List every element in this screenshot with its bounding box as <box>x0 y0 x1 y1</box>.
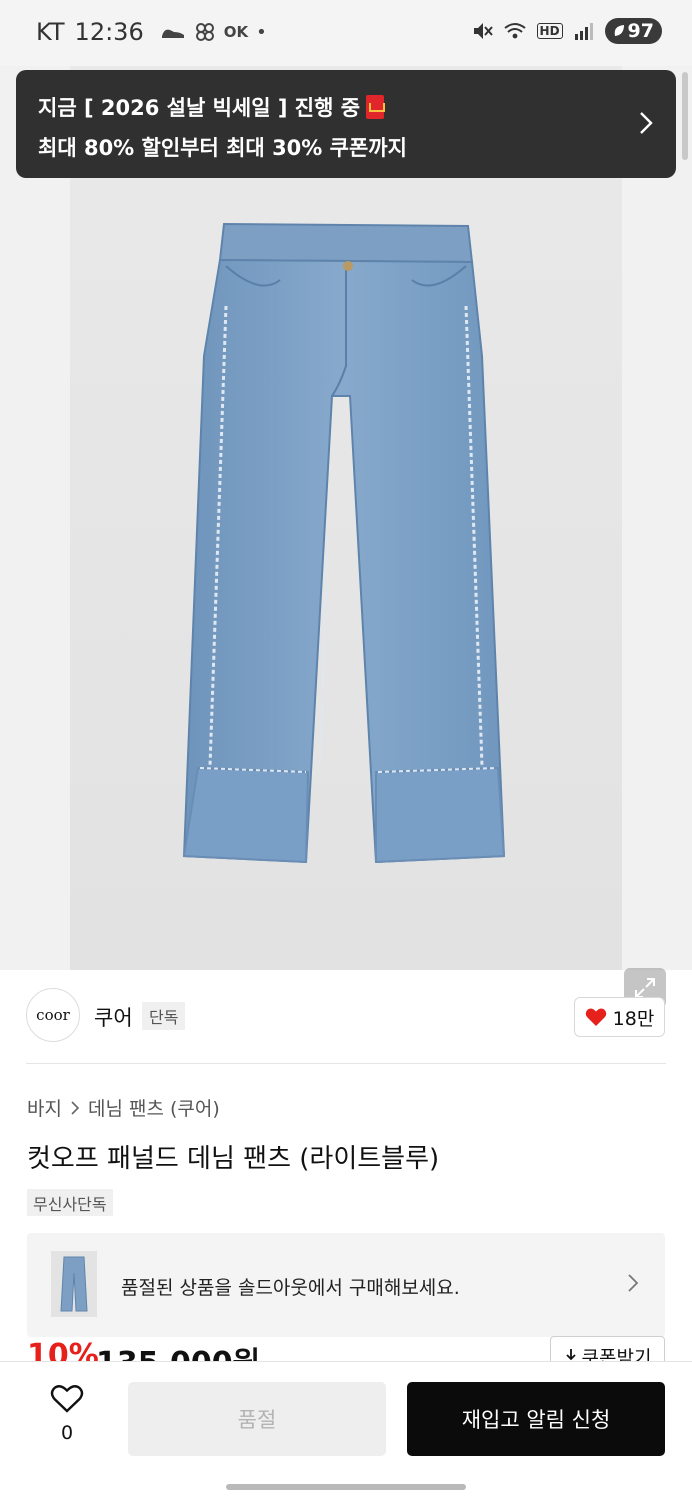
divider <box>26 1063 666 1064</box>
chevron-right-icon <box>640 112 653 134</box>
leaf-icon <box>614 25 624 36</box>
coupon-download-button[interactable]: 쿠폰받기 <box>550 1336 665 1362</box>
wifi-icon <box>503 23 526 39</box>
restock-alert-button[interactable]: 재입고 알림 신청 <box>407 1382 665 1456</box>
notification-icons: OK • <box>160 21 267 43</box>
soldout-redirect-card[interactable]: 품절된 상품을 솔드아웃에서 구매해보세요. <box>27 1233 665 1337</box>
breadcrumb-category[interactable]: 바지 <box>27 1094 62 1121</box>
brand-row: coor 쿠어 단독 18만 <box>0 970 692 1064</box>
soldout-notice-text: 품절된 상품을 솔드아웃에서 구매해보세요. <box>121 1277 460 1299</box>
home-indicator[interactable] <box>226 1484 466 1490</box>
battery-indicator: 97 <box>604 18 662 44</box>
mute-icon <box>473 23 493 39</box>
price-row: 10% 135,000원 쿠폰받기 <box>0 1336 692 1362</box>
carrier-label: KT <box>36 18 65 46</box>
promo-headline: 지금 [ 2026 설날 빅세일 ] 진행 중 <box>38 96 361 120</box>
soldout-button: 품절 <box>128 1382 386 1456</box>
soldout-product-thumbnail <box>51 1251 97 1317</box>
wishlist-count: 0 <box>60 1422 74 1444</box>
brand-like-button[interactable]: 18만 <box>574 997 665 1037</box>
download-icon <box>565 1349 576 1361</box>
product-photo <box>70 66 622 970</box>
status-bar: KT 12:36 OK • HD 97 <box>0 0 692 66</box>
breadcrumb: 바지 데님 팬츠 (쿠어) <box>27 1094 220 1121</box>
brand-logo[interactable]: coor <box>26 988 80 1042</box>
product-image-gallery[interactable] <box>0 66 692 1008</box>
breadcrumb-subcategory[interactable]: 데님 팬츠 (쿠어) <box>88 1094 220 1121</box>
coupon-label: 쿠폰받기 <box>581 1346 652 1363</box>
discount-rate: 10% <box>27 1338 99 1362</box>
brand-name[interactable]: 쿠어 <box>94 1002 133 1032</box>
brand-exclusive-tag: 단독 <box>142 1002 186 1030</box>
promo-banner[interactable]: 지금 [ 2026 설날 빅세일 ] 진행 중 최대 80% 할인부터 최대 3… <box>16 70 676 178</box>
scrollbar[interactable] <box>682 72 688 160</box>
bottom-action-bar: 0 품절 재입고 알림 신청 <box>0 1361 692 1500</box>
dot-icon: • <box>256 21 267 43</box>
chevron-right-icon <box>71 1100 80 1115</box>
shoe-icon <box>161 29 184 38</box>
red-envelope-icon <box>366 95 386 119</box>
promo-line1-row: 지금 [ 2026 설날 빅세일 ] 진행 중 <box>38 92 386 122</box>
product-title: 컷오프 패널드 데님 팬츠 (라이트블루) <box>27 1144 440 1174</box>
hd-icon: HD <box>536 23 563 39</box>
heart-outline-icon <box>50 1385 84 1413</box>
battery-level: 97 <box>627 20 654 42</box>
status-left: KT 12:36 OK • <box>36 18 267 46</box>
ok-icon: OK <box>223 23 249 41</box>
denim-thumbnail-image <box>60 1256 88 1312</box>
exclusive-badge: 무신사단독 <box>27 1189 113 1216</box>
promo-subline: 최대 80% 할인부터 최대 30% 쿠폰까지 <box>38 136 407 160</box>
signal-icon <box>574 23 593 40</box>
heart-filled-icon <box>585 1008 606 1026</box>
chevron-right-icon <box>628 1274 639 1292</box>
wishlist-button[interactable]: 0 <box>44 1384 90 1444</box>
sale-price: 135,000원 <box>96 1338 260 1362</box>
denim-pants-image <box>182 222 506 864</box>
clock: 12:36 <box>74 18 144 46</box>
pinwheel-icon <box>195 23 214 41</box>
like-count: 18만 <box>612 1007 655 1030</box>
status-right: HD 97 <box>471 18 662 44</box>
